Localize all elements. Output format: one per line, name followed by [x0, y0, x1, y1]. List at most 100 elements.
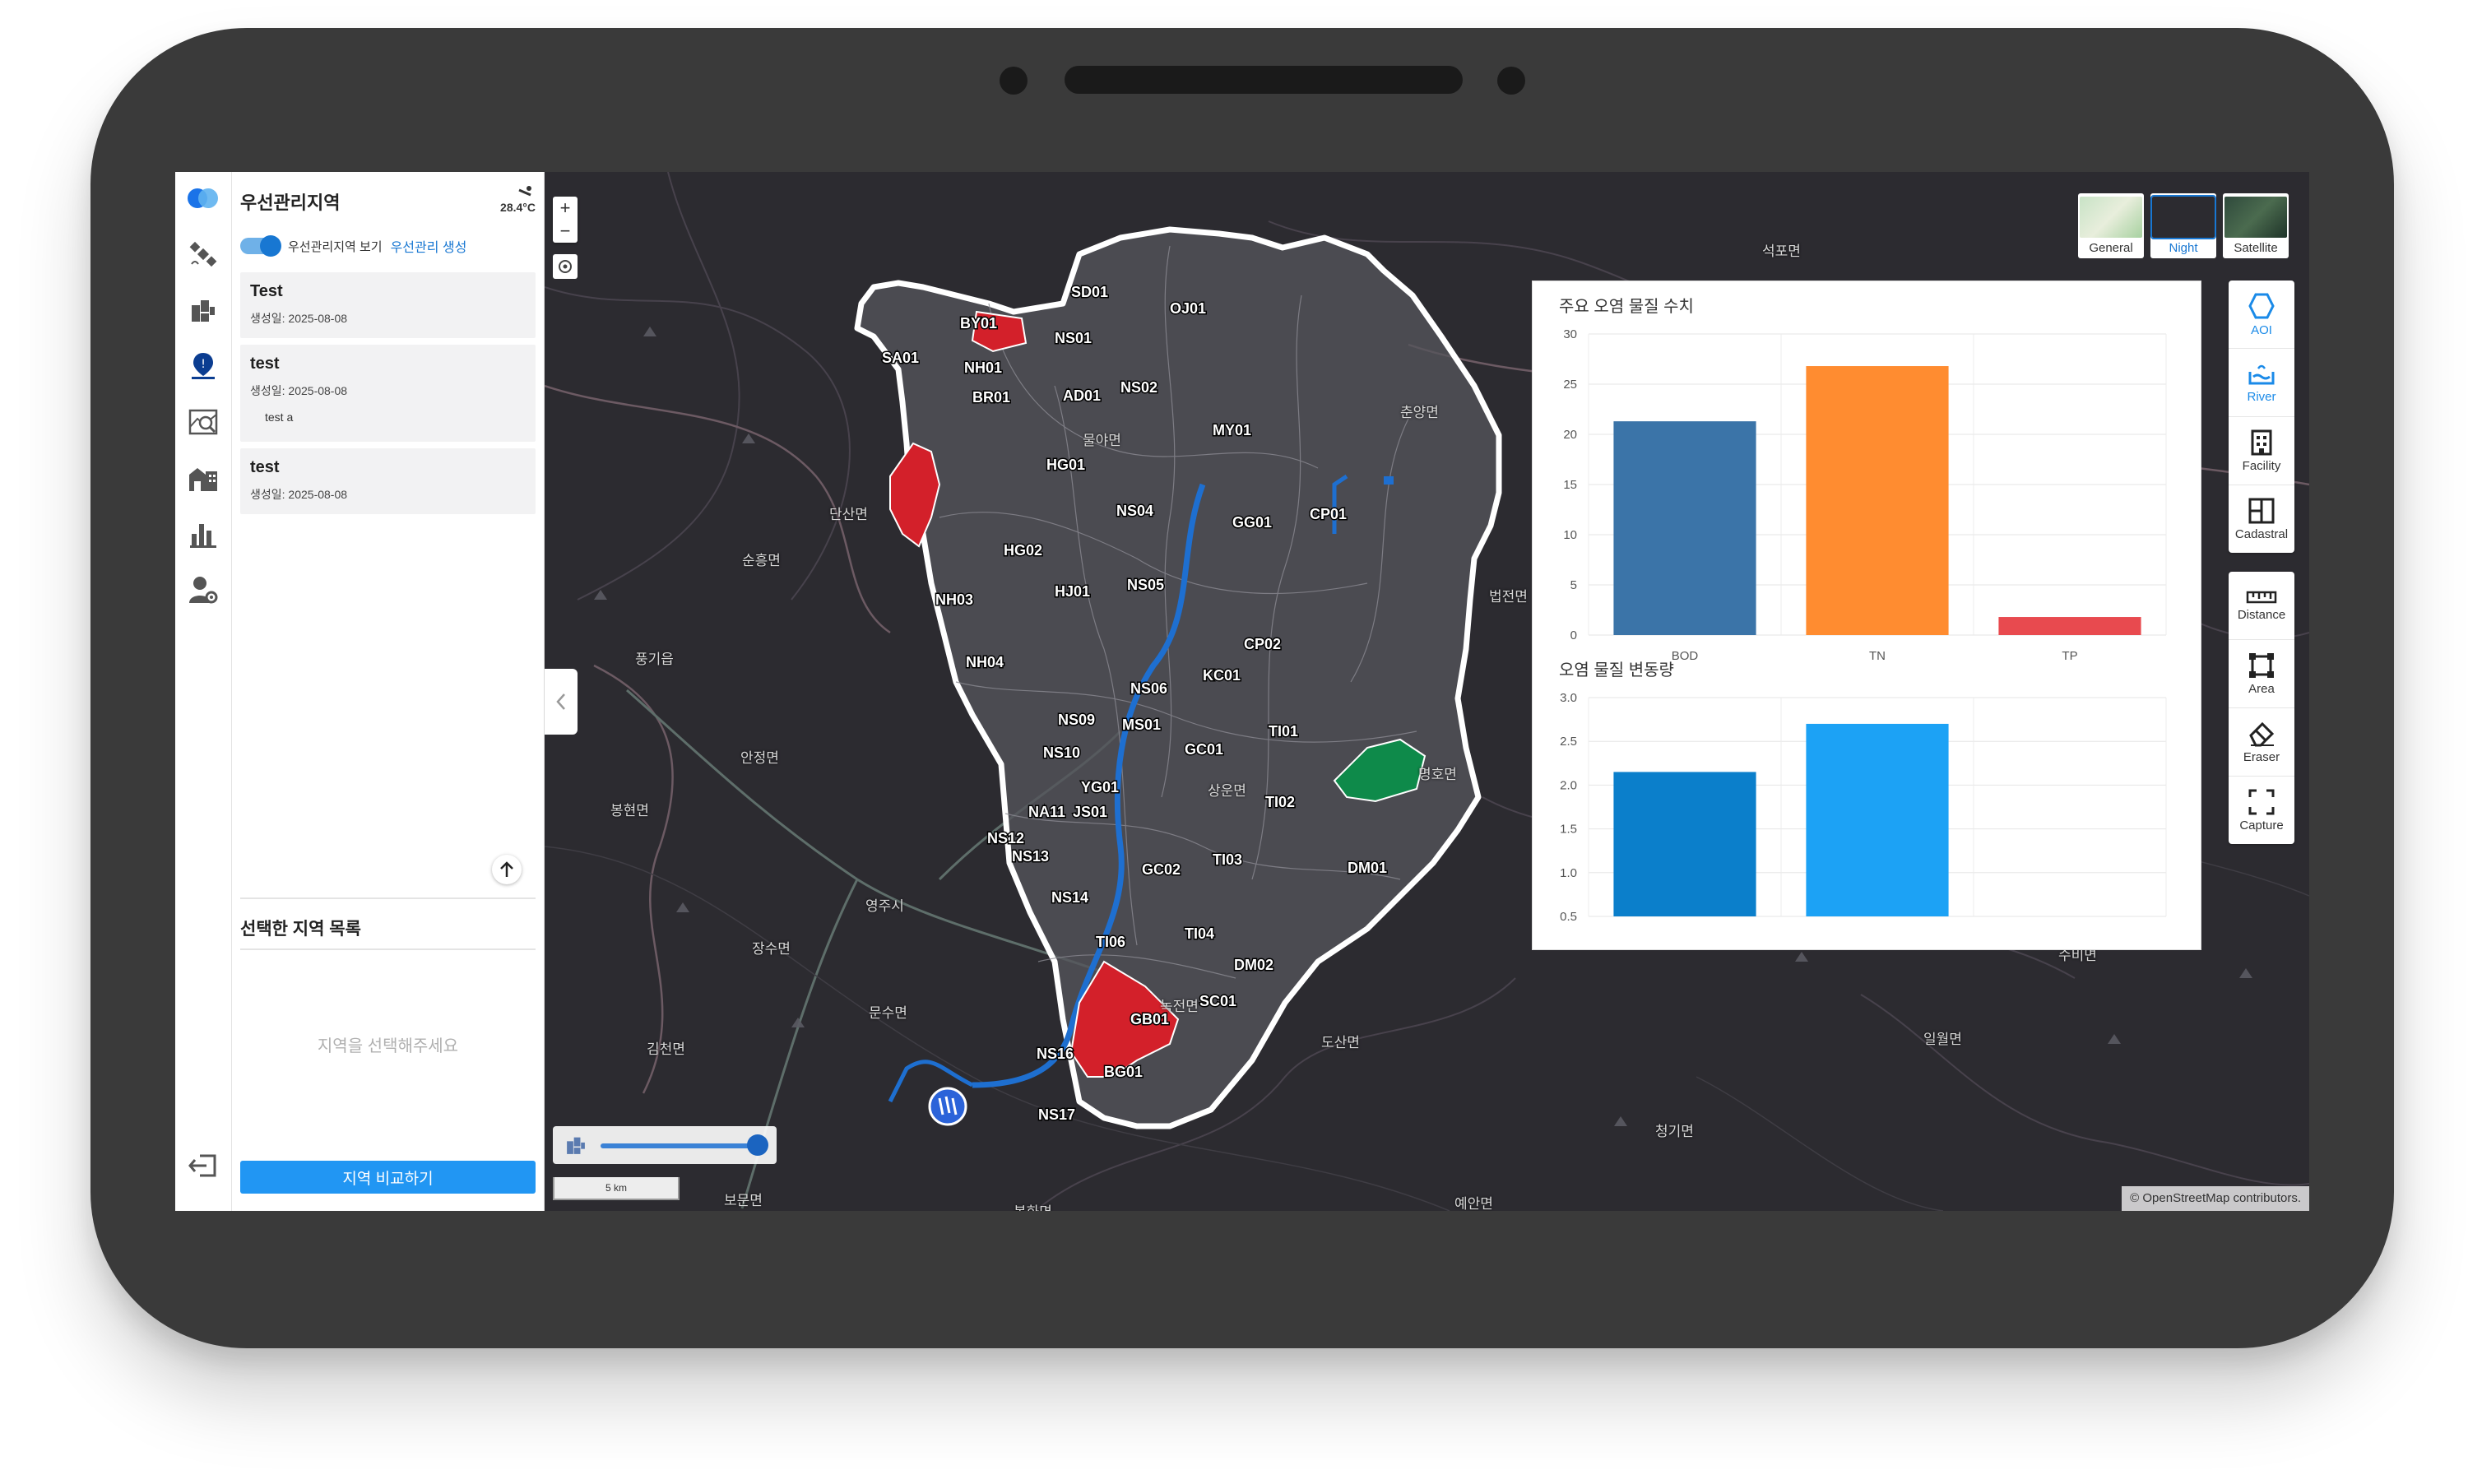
region-label[interactable]: GC02 [1141, 860, 1182, 879]
region-label[interactable]: HJ01 [1054, 582, 1092, 601]
user-settings-icon[interactable] [183, 570, 223, 610]
place-label: 일월면 [1923, 1032, 1962, 1047]
map-view[interactable]: SD01 BY01 OJ01 NS01 SA01 NH01 BR01 AD01 NS02 MY01… [545, 172, 2309, 1211]
basemap-satellite[interactable]: Satellite [2223, 193, 2289, 258]
region-label[interactable]: NS04 [1116, 502, 1155, 521]
region-label[interactable]: SD01 [1070, 283, 1110, 302]
panel-collapse-button[interactable] [545, 669, 578, 735]
app-logo-icon[interactable] [183, 179, 223, 218]
bar-tp[interactable] [1998, 617, 2141, 635]
basemap-switcher: General Night Satellite [2078, 193, 2289, 258]
x-tick-label: BOD [1672, 649, 1699, 663]
region-label[interactable]: NH04 [965, 653, 1005, 672]
bar-series-1[interactable] [1613, 772, 1756, 916]
region-label[interactable]: GG01 [1232, 513, 1273, 532]
satellite-icon[interactable] [183, 234, 223, 274]
region-label[interactable]: NS16 [1036, 1045, 1075, 1064]
basemap-general[interactable]: General [2078, 193, 2144, 258]
y-tick-label: 1.0 [1560, 866, 1577, 880]
layers-icon[interactable] [183, 290, 223, 330]
distance-tool[interactable]: Distance [2229, 572, 2294, 640]
region-label[interactable]: MY01 [1212, 421, 1253, 440]
empty-selection-text: 지역을 선택해주세요 [317, 1037, 459, 1055]
show-priority-toggle[interactable] [240, 235, 281, 257]
region-label[interactable]: NS13 [1011, 847, 1051, 866]
bar-tn[interactable] [1806, 366, 1949, 635]
region-label[interactable]: MS01 [1121, 716, 1162, 735]
region-label[interactable]: SC01 [1199, 992, 1238, 1011]
priority-list-item[interactable]: Test 생성일: 2025-08-08 [240, 272, 536, 338]
river-tool[interactable]: River [2229, 349, 2294, 417]
logout-icon[interactable] [183, 1146, 223, 1185]
region-label[interactable]: NH03 [935, 591, 975, 610]
area-tool[interactable]: Area [2229, 640, 2294, 708]
region-label[interactable]: SA01 [881, 349, 921, 368]
region-label[interactable]: NS06 [1130, 679, 1169, 698]
eraser-tool[interactable]: Eraser [2229, 708, 2294, 777]
aoi-tool[interactable]: AOI [2229, 281, 2294, 349]
region-label[interactable]: HG01 [1046, 456, 1087, 475]
region-label[interactable]: NH01 [963, 359, 1004, 378]
facility-building-icon[interactable] [183, 458, 223, 498]
slider-track[interactable] [601, 1143, 757, 1148]
region-label[interactable]: TI03 [1212, 851, 1244, 870]
region-label[interactable]: TI06 [1095, 933, 1127, 952]
region-label[interactable]: BG01 [1103, 1063, 1144, 1082]
bar-bod[interactable] [1613, 421, 1756, 635]
region-label[interactable]: NS05 [1126, 576, 1166, 595]
zoom-in-button[interactable]: + [553, 197, 578, 220]
region-label[interactable]: JS01 [1072, 803, 1109, 822]
place-label: 풍기읍 [635, 652, 674, 667]
region-label[interactable]: NS17 [1037, 1106, 1077, 1125]
statistics-icon[interactable] [183, 514, 223, 554]
region-label[interactable]: CP01 [1309, 505, 1348, 524]
region-label[interactable]: HG02 [1003, 541, 1044, 560]
region-label[interactable]: BY01 [959, 314, 999, 333]
region-label[interactable]: NS12 [986, 829, 1026, 848]
region-label[interactable]: TI02 [1264, 793, 1297, 812]
zoom-out-button[interactable]: − [553, 220, 578, 243]
locate-button[interactable] [553, 254, 578, 279]
place-label: 춘양면 [1400, 405, 1439, 420]
capture-tool[interactable]: Capture [2229, 777, 2294, 844]
item-title: Test [250, 282, 283, 300]
map-search-icon[interactable] [183, 402, 223, 442]
cadastral-tool[interactable]: Cadastral [2229, 485, 2294, 553]
region-label[interactable]: NS09 [1057, 711, 1097, 730]
slider-thumb[interactable] [747, 1134, 768, 1156]
y-tick-label: 3.0 [1560, 691, 1577, 705]
region-label[interactable]: BR01 [972, 388, 1012, 407]
region-label[interactable]: GC01 [1184, 740, 1225, 759]
region-label[interactable]: TI01 [1268, 722, 1300, 741]
opacity-slider[interactable] [553, 1126, 777, 1164]
region-label[interactable]: OJ01 [1169, 299, 1208, 318]
region-label[interactable]: NS10 [1042, 744, 1082, 763]
x-tick-label: TP [2062, 649, 2077, 663]
region-label[interactable]: NA11 [1028, 803, 1067, 822]
priority-area-icon[interactable]: ! [183, 346, 223, 386]
place-label: 법전면 [1489, 589, 1528, 605]
priority-list-item[interactable]: test 생성일: 2025-08-08 [240, 448, 536, 514]
region-label[interactable]: AD01 [1062, 387, 1102, 406]
scroll-top-button[interactable] [492, 855, 522, 884]
priority-list-item[interactable]: test 생성일: 2025-08-08 test a [240, 345, 536, 442]
region-label[interactable]: KC01 [1202, 666, 1242, 685]
map-attribution[interactable]: © OpenStreetMap contributors. [2122, 1186, 2309, 1211]
region-label[interactable]: NS01 [1054, 329, 1093, 348]
pollution-chart-panel: 주요 오염 물질 수치 0 5 10 15 20 25 30 BOD TN TP 오염 물질 변동… [1532, 281, 2201, 950]
region-label[interactable]: NS02 [1120, 378, 1159, 397]
basemap-night[interactable]: Night [2150, 193, 2216, 258]
create-priority-link[interactable]: 우선관리 생성 [391, 236, 467, 256]
camera-dot [1000, 67, 1028, 95]
facility-tool[interactable]: Facility [2229, 417, 2294, 485]
compare-regions-button[interactable]: 지역 비교하기 [240, 1161, 536, 1194]
region-label[interactable]: DM02 [1233, 956, 1275, 975]
region-label[interactable]: CP02 [1243, 635, 1283, 654]
chart-title-main: 주요 오염 물질 수치 [1559, 298, 1694, 316]
region-label[interactable]: TI04 [1184, 925, 1216, 944]
bar-series-2[interactable] [1806, 723, 1949, 916]
region-label[interactable]: NS14 [1051, 888, 1090, 907]
region-label[interactable]: DM01 [1347, 859, 1389, 878]
region-label[interactable]: YG01 [1080, 778, 1120, 797]
watershed-boundary[interactable] [854, 226, 1502, 1129]
